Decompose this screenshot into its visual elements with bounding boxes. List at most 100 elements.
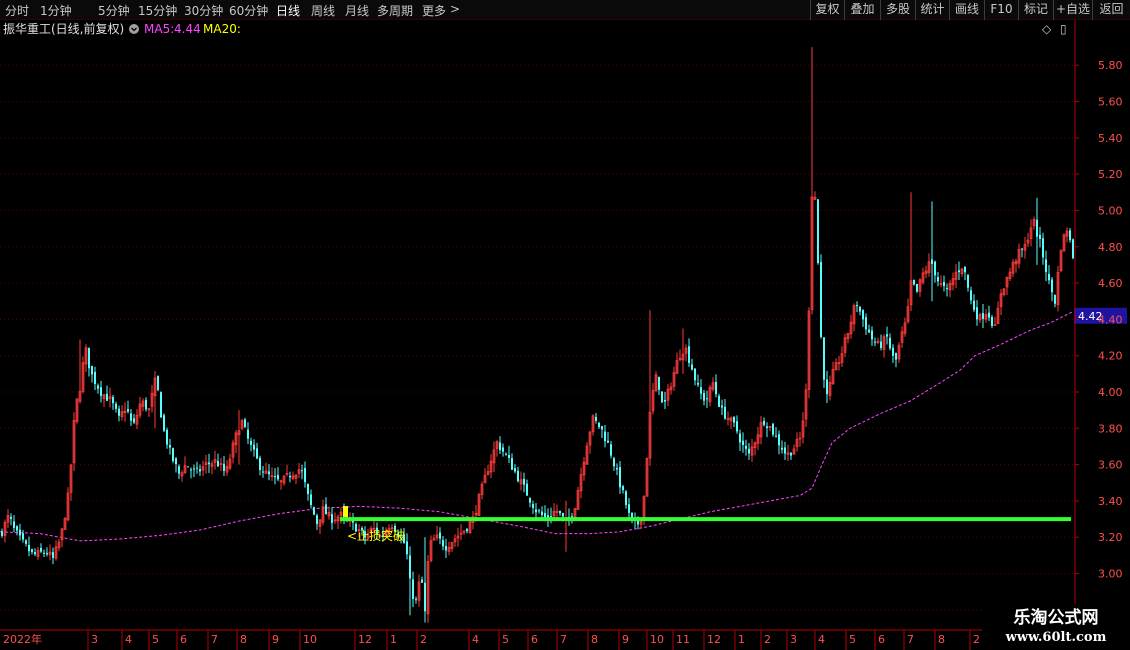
settings-gear-icon[interactable] [128, 20, 140, 43]
candle-body-down [694, 368, 696, 381]
candle-body-down [331, 514, 333, 523]
candle-body-down [616, 468, 618, 470]
x-tick-label: 12 [707, 633, 721, 646]
period-tab-15min[interactable]: 15分钟 [138, 2, 177, 19]
indicator-info-bar: 振华重工(日线,前复权) MA5: 4.44 MA20: ◇ ▯ [0, 20, 1076, 38]
more-arrow-icon[interactable]: > [450, 2, 460, 16]
candle-body-down [106, 393, 108, 401]
x-tick-label: 4 [818, 633, 825, 646]
statistics-button[interactable]: 统计 [915, 0, 949, 20]
candle-body-down [163, 415, 165, 431]
candle-body-down [715, 381, 717, 395]
candle-body-down [247, 429, 249, 439]
candle-body-down [178, 466, 180, 474]
period-tab-30min[interactable]: 30分钟 [184, 2, 223, 19]
candlestick-chart[interactable]: <止损突破4.42 2.803.003.203.403.603.804.004.… [0, 0, 1130, 650]
candle-body-down [817, 199, 819, 264]
candle-body-down [169, 445, 171, 448]
candle-body-down [622, 486, 624, 491]
panel-toggle-icon[interactable]: ▯ [1060, 20, 1067, 38]
mark-button[interactable]: 标记 [1018, 0, 1053, 20]
candle-body-down [937, 277, 939, 282]
candle-body-down [706, 398, 708, 400]
x-tick-label: 7 [907, 633, 914, 646]
candle-body-down [223, 463, 225, 471]
candle-body-down [157, 375, 159, 390]
candle-body-down [34, 552, 36, 555]
x-tick-label: 9 [272, 633, 279, 646]
x-tick-label: 5 [502, 633, 509, 646]
candle-body-down [172, 448, 174, 462]
candle-body-down [532, 504, 534, 509]
candle-body-down [409, 555, 411, 579]
y-tick-label: 3.80 [1098, 422, 1123, 435]
ma5-label: MA5: [144, 22, 175, 36]
candle-body-down [964, 266, 966, 273]
candle-body-down [658, 376, 660, 390]
candle-body-down [166, 429, 168, 445]
x-tick-label: 4 [125, 633, 132, 646]
x-tick-label: 8 [591, 633, 598, 646]
x-tick-label: 5 [152, 633, 159, 646]
candle-body-down [52, 552, 54, 558]
candle-body-down [778, 434, 780, 446]
candle-body-down [217, 460, 219, 467]
candle-body-down [289, 475, 291, 478]
period-tab-monthly[interactable]: 月线 [345, 2, 369, 19]
period-tab-1min[interactable]: 1分钟 [40, 2, 72, 19]
x-tick-label: 11 [676, 633, 690, 646]
candle-body-down [859, 306, 861, 312]
candle-body-down [127, 409, 129, 412]
y-tick-label: 4.20 [1098, 350, 1123, 363]
grid-layer [0, 64, 1075, 611]
breakout-marker [343, 506, 348, 518]
period-tab-5min[interactable]: 5分钟 [98, 2, 130, 19]
candle-body-down [739, 433, 741, 443]
restore-rights-button[interactable]: 复权 [810, 0, 844, 20]
candle-body-down [88, 347, 90, 369]
candle-body-down [973, 300, 975, 310]
x-tick-label: 10 [650, 633, 664, 646]
overlay-button[interactable]: 叠加 [844, 0, 880, 20]
diamond-icon[interactable]: ◇ [1042, 20, 1051, 38]
period-tab-daily[interactable]: 日线 [276, 2, 300, 19]
candle-body-down [970, 290, 972, 301]
f10-button[interactable]: F10 [984, 0, 1018, 20]
candle-body-down [466, 528, 468, 532]
period-tab-60min[interactable]: 60分钟 [229, 2, 268, 19]
period-tab-more[interactable]: 更多 [422, 2, 446, 19]
candle-body-down [595, 416, 597, 421]
candle-body-down [820, 261, 822, 337]
candle-body-down [46, 552, 48, 555]
period-tab-multi[interactable]: 多周期 [377, 2, 413, 19]
candle-body-down [28, 544, 30, 552]
candle-body-down [661, 391, 663, 403]
candle-body-down [1021, 248, 1023, 250]
candle-body-down [115, 403, 117, 409]
draw-line-button[interactable]: 画线 [949, 0, 984, 20]
candle-body-down [529, 497, 531, 503]
period-tab-weekly[interactable]: 周线 [311, 2, 335, 19]
candle-body-down [943, 281, 945, 287]
candle-body-down [745, 445, 747, 449]
add-watchlist-button[interactable]: +自选 [1053, 0, 1092, 20]
y-tick-label: 5.20 [1098, 168, 1123, 181]
candle-body-down [601, 426, 603, 430]
x-tick-label: 12 [358, 633, 372, 646]
y-tick-label: 5.80 [1098, 59, 1123, 72]
candle-body-down [823, 337, 825, 380]
candle-body-down [895, 353, 897, 360]
candle-body-down [112, 397, 114, 404]
candle-body-down [313, 507, 315, 515]
back-button[interactable]: 返回 [1092, 0, 1130, 20]
candle-body-down [406, 541, 408, 555]
candle-body-down [523, 478, 525, 485]
watermark-url: www.60lt.com [1005, 630, 1107, 645]
candle-body-down [559, 510, 561, 514]
candle-body-down [250, 440, 252, 445]
candle-body-down [118, 408, 120, 416]
period-tab-fenshi[interactable]: 分时 [5, 2, 29, 19]
candle-body-down [1054, 294, 1056, 304]
candle-body-down [301, 470, 303, 472]
multi-stock-button[interactable]: 多股 [880, 0, 915, 20]
